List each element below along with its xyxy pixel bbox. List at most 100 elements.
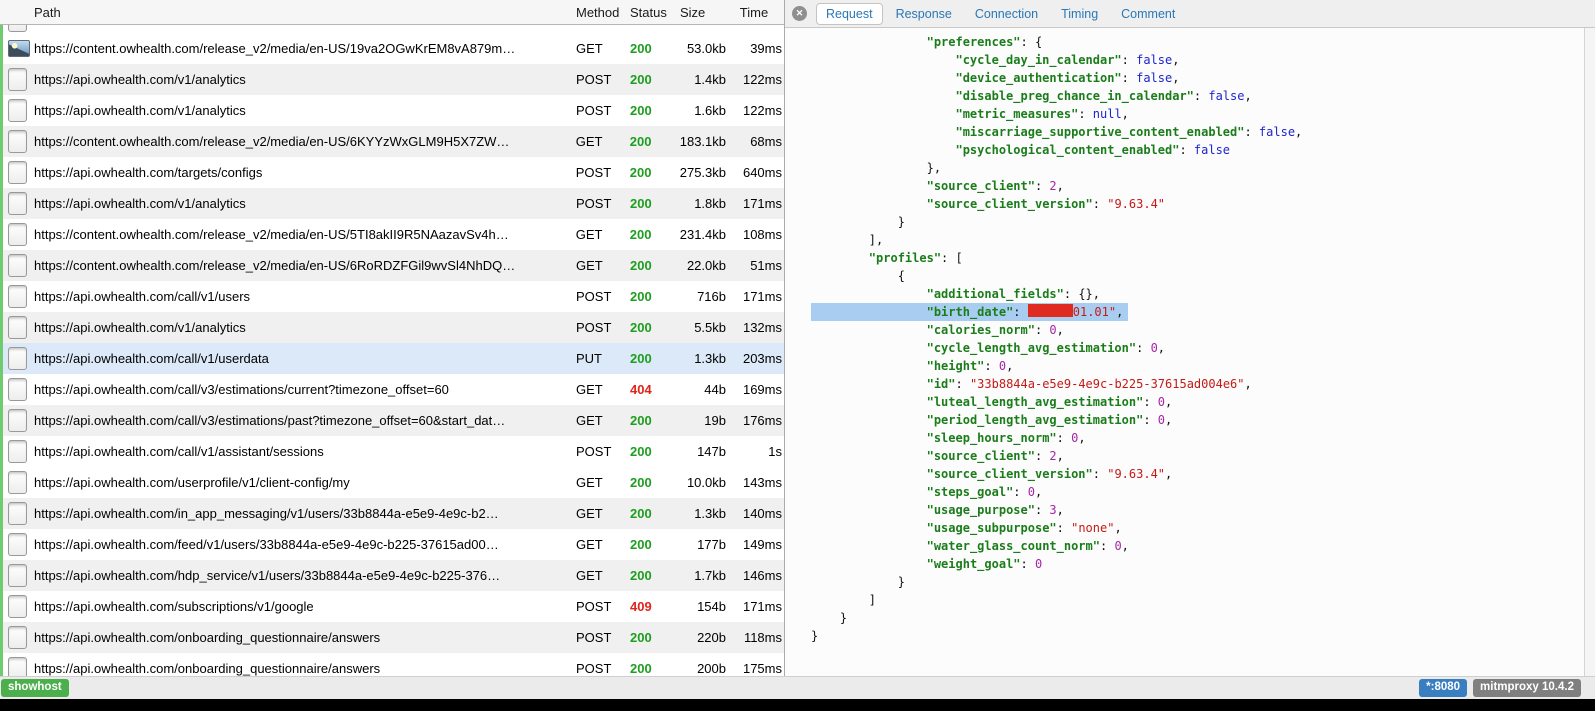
flow-row[interactable]: https://api.owhealth.com/v1/analytics PO… [0, 64, 784, 95]
flow-row[interactable]: https://api.owhealth.com/call/v3/estimat… [0, 374, 784, 405]
flow-row[interactable]: https://api.owhealth.com/v1/analytics PO… [0, 95, 784, 126]
flow-rows[interactable]: https://content.owhealth.com/release_v2/… [0, 25, 784, 676]
flow-status: 200 [630, 444, 680, 459]
flow-path: https://api.owhealth.com/v1/analytics [34, 103, 576, 118]
tab-timing[interactable]: Timing [1051, 3, 1108, 25]
request-json-view[interactable]: "preferences": {"cycle_day_in_calendar":… [785, 28, 1584, 676]
flow-status: 200 [630, 258, 680, 273]
flow-row[interactable]: https://api.owhealth.com/in_app_messagin… [0, 498, 784, 529]
code-line: "weight_goal": 0 [811, 555, 1584, 573]
flow-status: 200 [630, 351, 680, 366]
flow-row[interactable]: https://api.owhealth.com/call/v3/estimat… [0, 405, 784, 436]
code-line: "device_authentication": false, [811, 69, 1584, 87]
code-line: "profiles": [ [811, 249, 1584, 267]
flow-method: POST [576, 196, 630, 211]
flow-row[interactable]: https://api.owhealth.com/v1/analytics PO… [0, 188, 784, 219]
flow-time: 122ms [726, 103, 784, 118]
document-icon [8, 533, 27, 556]
flow-status: 200 [630, 661, 680, 676]
flow-status: 200 [630, 134, 680, 149]
flow-size: 44b [680, 382, 726, 397]
file-icon-cell [0, 68, 34, 91]
tab-request[interactable]: Request [816, 3, 883, 25]
file-icon-cell [0, 595, 34, 618]
flow-status: 200 [630, 475, 680, 490]
tab-comment[interactable]: Comment [1111, 3, 1185, 25]
flow-row[interactable]: https://api.owhealth.com/onboarding_ques… [0, 653, 784, 676]
flow-size: 53.0kb [680, 41, 726, 56]
flow-path: https://api.owhealth.com/hdp_service/v1/… [34, 568, 576, 583]
flow-row[interactable]: https://api.owhealth.com/v1/analytics PO… [0, 312, 784, 343]
flow-method: GET [576, 258, 630, 273]
close-icon[interactable]: ✕ [792, 6, 807, 21]
code-line: "luteal_length_avg_estimation": 0, [811, 393, 1584, 411]
flow-row[interactable]: https://api.owhealth.com/hdp_service/v1/… [0, 560, 784, 591]
flow-method: GET [576, 413, 630, 428]
flow-row[interactable]: https://api.owhealth.com/call/v1/userdat… [0, 343, 784, 374]
file-icon-cell [0, 285, 34, 308]
flow-method: GET [576, 475, 630, 490]
document-icon [8, 564, 27, 587]
tab-response[interactable]: Response [886, 3, 962, 25]
document-icon [8, 223, 27, 246]
column-header-method: Method [576, 5, 630, 20]
flow-path: https://content.owhealth.com/release_v2/… [34, 41, 576, 56]
code-line: "calories_norm": 0, [811, 321, 1584, 339]
code-line: "cycle_day_in_calendar": false, [811, 51, 1584, 69]
file-icon-cell [0, 223, 34, 246]
flow-row[interactable]: https://content.owhealth.com/release_v2/… [0, 250, 784, 281]
flow-time: 146ms [726, 568, 784, 583]
version-badge: mitmproxy 10.4.2 [1473, 679, 1581, 697]
flow-method: GET [576, 568, 630, 583]
code-line: "sleep_hours_norm": 0, [811, 429, 1584, 447]
flow-status: 200 [630, 320, 680, 335]
flow-table-header: Path Method Status Size Time [0, 0, 784, 25]
flow-size: 1.7kb [680, 568, 726, 583]
flow-row-partial[interactable] [0, 25, 784, 33]
code-line: "miscarriage_supportive_content_enabled"… [811, 123, 1584, 141]
flow-row[interactable]: https://api.owhealth.com/userprofile/v1/… [0, 467, 784, 498]
flow-row[interactable]: https://content.owhealth.com/release_v2/… [0, 33, 784, 64]
flow-row[interactable]: https://api.owhealth.com/call/v1/assista… [0, 436, 784, 467]
flow-row[interactable]: https://content.owhealth.com/release_v2/… [0, 219, 784, 250]
scrollbar-gutter[interactable] [1584, 28, 1595, 676]
flow-method: POST [576, 661, 630, 676]
flow-method: POST [576, 444, 630, 459]
flow-status: 200 [630, 568, 680, 583]
flow-time: 51ms [726, 258, 784, 273]
file-icon-cell [0, 564, 34, 587]
flow-size: 154b [680, 599, 726, 614]
flow-row[interactable]: https://api.owhealth.com/feed/v1/users/3… [0, 529, 784, 560]
flow-row[interactable]: https://api.owhealth.com/call/v1/users P… [0, 281, 784, 312]
flow-row[interactable]: https://api.owhealth.com/subscriptions/v… [0, 591, 784, 622]
document-icon [8, 471, 27, 494]
document-icon [8, 130, 27, 153]
showhost-badge[interactable]: showhost [1, 679, 69, 697]
flow-path: https://api.owhealth.com/feed/v1/users/3… [34, 537, 576, 552]
flow-method: GET [576, 134, 630, 149]
code-line: "preferences": { [811, 33, 1584, 51]
flow-method: POST [576, 289, 630, 304]
flow-time: 640ms [726, 165, 784, 180]
status-bar: showhost *:8080 mitmproxy 10.4.2 [0, 676, 1595, 699]
document-icon [8, 657, 27, 676]
code-line: "usage_purpose": 3, [811, 501, 1584, 519]
flow-row[interactable]: https://api.owhealth.com/targets/configs… [0, 157, 784, 188]
flow-status: 200 [630, 289, 680, 304]
code-line: "period_length_avg_estimation": 0, [811, 411, 1584, 429]
flow-row[interactable]: https://content.owhealth.com/release_v2/… [0, 126, 784, 157]
code-line: "id": "33b8844a-e5e9-4e9c-b225-37615ad00… [811, 375, 1584, 393]
document-icon [8, 378, 27, 401]
flow-path: https://api.owhealth.com/call/v1/userdat… [34, 351, 576, 366]
code-line: "height": 0, [811, 357, 1584, 375]
flow-path: https://api.owhealth.com/targets/configs [34, 165, 576, 180]
flow-path: https://content.owhealth.com/release_v2/… [34, 227, 576, 242]
column-header-status: Status [630, 5, 680, 20]
document-icon [8, 285, 27, 308]
file-icon-cell [0, 533, 34, 556]
flow-size: 147b [680, 444, 726, 459]
code-line: "source_client": 2, [811, 177, 1584, 195]
tab-connection[interactable]: Connection [965, 3, 1048, 25]
flow-row[interactable]: https://api.owhealth.com/onboarding_ques… [0, 622, 784, 653]
flow-status: 404 [630, 382, 680, 397]
